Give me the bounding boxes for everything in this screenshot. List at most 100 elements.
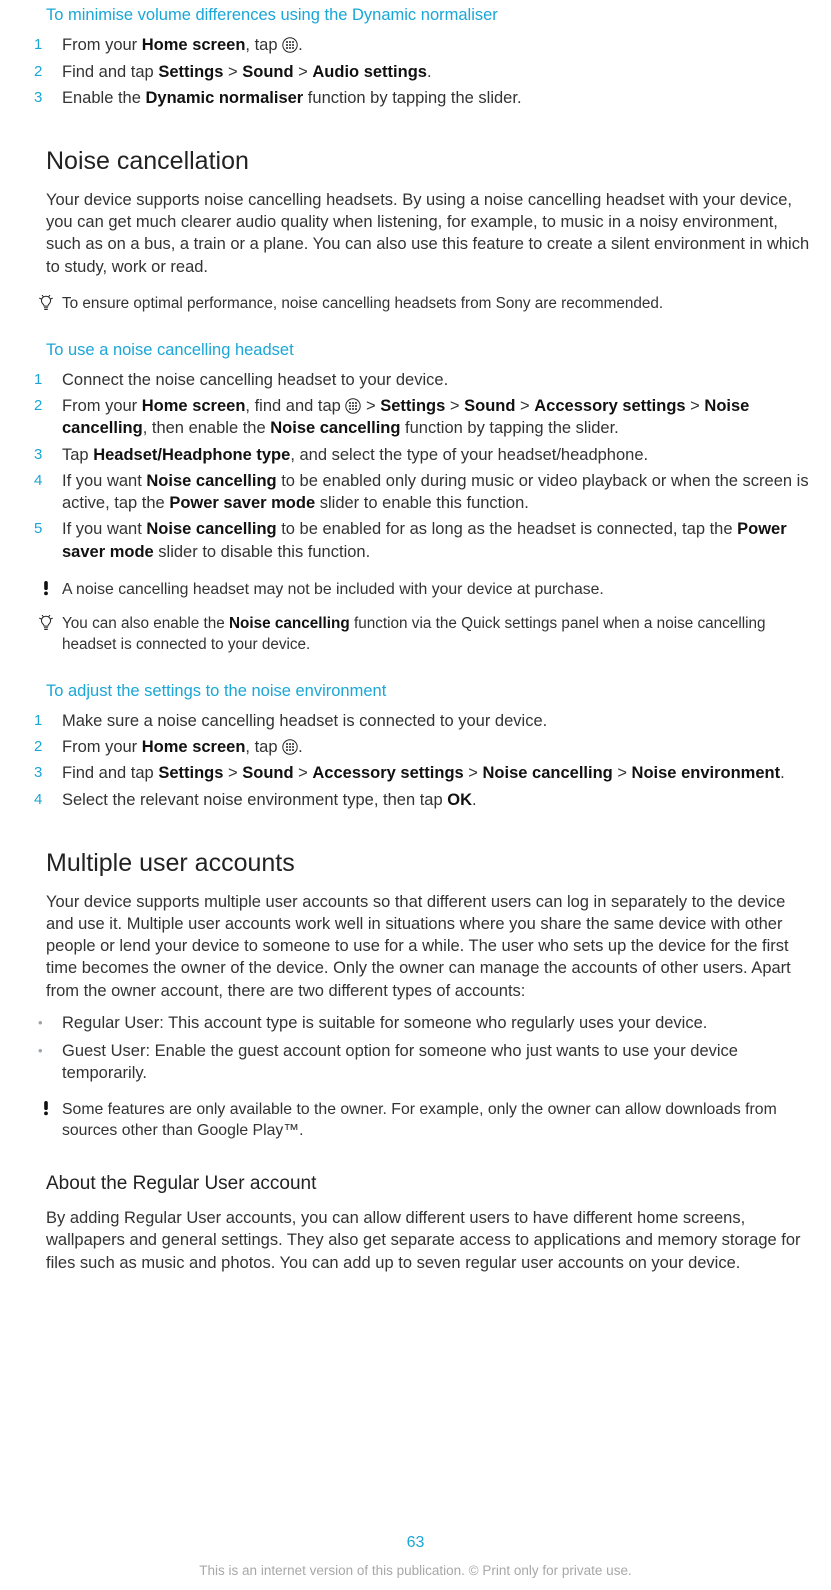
step-item: From your Home screen, find and tap > Se… — [34, 395, 815, 440]
step-text: Select the relevant noise environment ty… — [62, 791, 447, 809]
steps-adjust: Make sure a noise cancelling headset is … — [34, 710, 815, 811]
label-home-screen: Home screen — [142, 397, 246, 415]
alert-icon — [41, 580, 51, 596]
label-home-screen: Home screen — [142, 738, 246, 756]
label-noise-cancelling: Noise cancelling — [146, 520, 276, 538]
step-text: > — [223, 63, 242, 81]
step-item: Make sure a noise cancelling headset is … — [34, 710, 815, 732]
step-item: Tap Headset/Headphone type, and select t… — [34, 444, 815, 466]
content-area: To minimise volume differences using the… — [10, 0, 821, 1274]
label-sound: Sound — [464, 397, 515, 415]
step-item: From your Home screen, tap . — [34, 736, 815, 758]
label-settings: Settings — [380, 397, 445, 415]
step-text: > — [223, 764, 242, 782]
alert-icon — [41, 1100, 51, 1116]
step-text: , tap — [245, 36, 282, 54]
warning-note: Some features are only available to the … — [34, 1099, 815, 1142]
label-headset-type: Headset/Headphone type — [93, 446, 290, 464]
step-item: Find and tap Settings > Sound > Accessor… — [34, 762, 815, 784]
paragraph-regular-user: By adding Regular User accounts, you can… — [46, 1207, 815, 1274]
heading-multiple-users: Multiple user accounts — [46, 847, 815, 881]
step-text: > — [361, 397, 380, 415]
label-sound: Sound — [242, 764, 293, 782]
warning-text: A noise cancelling headset may not be in… — [58, 579, 815, 600]
tip-text: You can also enable the Noise cancelling… — [58, 614, 815, 655]
heading-adjust-noise-env: To adjust the settings to the noise envi… — [34, 680, 815, 702]
label-settings: Settings — [158, 63, 223, 81]
step-text: Find and tap — [62, 63, 158, 81]
step-text: > — [464, 764, 483, 782]
warning-text: Some features are only available to the … — [58, 1099, 815, 1142]
step-text: function by tapping the slider. — [303, 89, 521, 107]
steps-use-nc: Connect the noise cancelling headset to … — [34, 369, 815, 563]
step-text: Enable the — [62, 89, 145, 107]
tip-text: To ensure optimal performance, noise can… — [58, 294, 815, 315]
step-text: Connect the noise cancelling headset to … — [62, 371, 448, 389]
step-item: Connect the noise cancelling headset to … — [34, 369, 815, 391]
step-text: . — [472, 791, 477, 809]
label-accessory-settings: Accessory settings — [534, 397, 685, 415]
warning-note: A noise cancelling headset may not be in… — [34, 579, 815, 600]
label-noise-cancelling: Noise cancelling — [229, 615, 350, 632]
apps-grid-icon — [282, 739, 298, 755]
step-text: slider to disable this function. — [154, 543, 370, 561]
label-power-saver-mode: Power saver mode — [169, 494, 315, 512]
step-text: From your — [62, 36, 142, 54]
label-noise-cancelling: Noise cancelling — [146, 472, 276, 490]
document-page: To minimise volume differences using the… — [0, 0, 831, 1590]
label-audio-settings: Audio settings — [312, 63, 427, 81]
step-text: From your — [62, 397, 142, 415]
step-text: Tap — [62, 446, 93, 464]
paragraph-noise-intro: Your device supports noise cancelling he… — [46, 189, 815, 278]
step-text: Find and tap — [62, 764, 158, 782]
page-number: 63 — [0, 1532, 831, 1554]
step-text: > — [686, 397, 705, 415]
label-noise-environment: Noise environment — [632, 764, 781, 782]
step-text: Make sure a noise cancelling headset is … — [62, 712, 547, 730]
step-item: Select the relevant noise environment ty… — [34, 789, 815, 811]
lightbulb-icon — [39, 295, 53, 311]
label-home-screen: Home screen — [142, 36, 246, 54]
step-item: Enable the Dynamic normaliser function b… — [34, 87, 815, 109]
step-text: If you want — [62, 472, 146, 490]
paragraph-multiple-users: Your device supports multiple user accou… — [46, 891, 815, 1002]
tip-note: You can also enable the Noise cancelling… — [34, 614, 815, 655]
footer-disclaimer: This is an internet version of this publ… — [0, 1562, 831, 1580]
apps-grid-icon — [345, 398, 361, 414]
label-settings: Settings — [158, 764, 223, 782]
apps-grid-icon — [282, 37, 298, 53]
step-text: slider to enable this function. — [315, 494, 529, 512]
label-noise-cancelling: Noise cancelling — [483, 764, 613, 782]
step-item: Find and tap Settings > Sound > Audio se… — [34, 61, 815, 83]
step-text: , tap — [245, 738, 282, 756]
step-text: . — [298, 36, 303, 54]
bullet-item: Guest User: Enable the guest account opt… — [34, 1040, 815, 1085]
step-item: If you want Noise cancelling to be enabl… — [34, 518, 815, 563]
step-text: If you want — [62, 520, 146, 538]
step-text: to be enabled for as long as the headset… — [277, 520, 738, 538]
heading-use-nc-headset: To use a noise cancelling headset — [34, 339, 815, 361]
label-noise-cancelling: Noise cancelling — [270, 419, 400, 437]
bullet-item: Regular User: This account type is suita… — [34, 1012, 815, 1034]
step-item: If you want Noise cancelling to be enabl… — [34, 470, 815, 515]
heading-minimise-volume: To minimise volume differences using the… — [34, 4, 815, 26]
heading-regular-user: About the Regular User account — [46, 1171, 815, 1197]
step-text: , then enable the — [143, 419, 271, 437]
label-ok: OK — [447, 791, 472, 809]
step-text: . — [427, 63, 432, 81]
tip-text-part: You can also enable the — [62, 615, 229, 632]
step-text: > — [445, 397, 464, 415]
heading-noise-cancellation: Noise cancellation — [46, 145, 815, 179]
step-item: From your Home screen, tap . — [34, 34, 815, 56]
step-text: , find and tap — [245, 397, 345, 415]
step-text: . — [780, 764, 785, 782]
step-text: . — [298, 738, 303, 756]
lightbulb-icon — [39, 615, 53, 631]
steps-minimise: From your Home screen, tap . Find and ta… — [34, 34, 815, 109]
step-text: > — [294, 63, 313, 81]
label-accessory-settings: Accessory settings — [312, 764, 463, 782]
label-dynamic-normaliser: Dynamic normaliser — [145, 89, 303, 107]
tip-note: To ensure optimal performance, noise can… — [34, 294, 815, 315]
step-text: > — [294, 764, 313, 782]
step-text: , and select the type of your headset/he… — [290, 446, 648, 464]
